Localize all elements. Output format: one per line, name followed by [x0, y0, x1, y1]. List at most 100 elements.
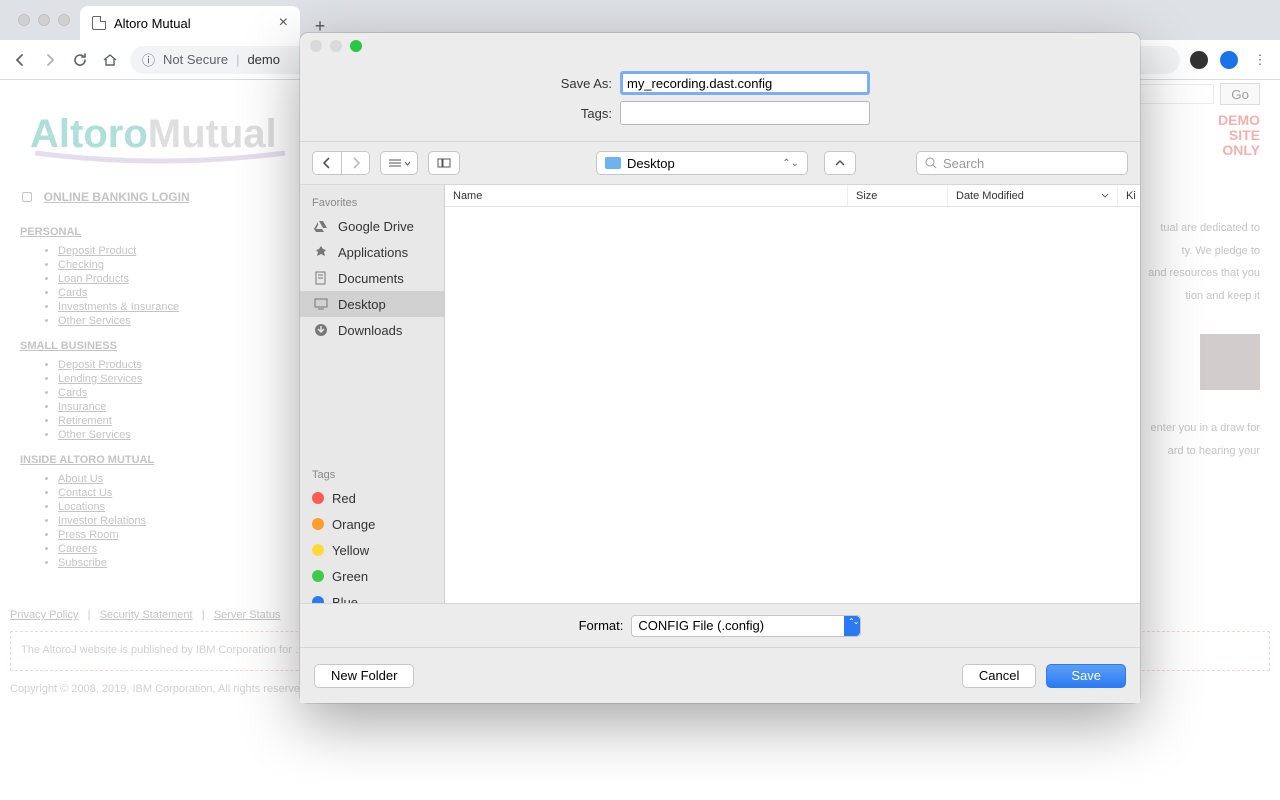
kind-column[interactable]: Ki	[1118, 185, 1140, 206]
format-select[interactable]: CONFIG File (.config)	[631, 615, 861, 637]
sidebar-item-label: Applications	[338, 245, 408, 260]
browser-tab[interactable]: Altoro Mutual ×	[80, 6, 300, 40]
sidebar: Favorites Google Drive Applications Docume…	[300, 185, 445, 603]
nav-section-small-business: SMALL BUSINESS	[20, 340, 250, 352]
nav-link[interactable]: Other Services	[58, 429, 131, 441]
nav-link[interactable]: Other Services	[58, 315, 131, 327]
nav-section-personal: PERSONAL	[20, 226, 250, 238]
left-nav: PERSONAL Deposit Product Checking Loan Pro…	[20, 214, 250, 570]
tag-green[interactable]: Green	[300, 563, 444, 589]
nav-link[interactable]: Deposit Product	[58, 245, 136, 257]
view-options-button[interactable]	[380, 151, 418, 175]
url-text: demo	[247, 52, 280, 67]
nav-link[interactable]: Checking	[58, 259, 104, 271]
nav-back-button[interactable]	[313, 152, 341, 174]
favorites-header: Favorites	[300, 191, 444, 213]
folder-icon	[312, 245, 330, 259]
extension-icon[interactable]	[1220, 51, 1238, 69]
tags-section-header: Tags	[300, 463, 444, 485]
tags-input[interactable]	[620, 101, 870, 125]
search-field[interactable]: Search	[916, 151, 1128, 175]
online-banking-login-link[interactable]: ONLINE BANKING LOGIN	[44, 190, 190, 204]
save-as-label: Save As:	[320, 76, 620, 91]
popup-arrows-icon: ⌃⌄	[782, 158, 799, 169]
new-folder-button[interactable]: New Folder	[314, 664, 414, 688]
collapse-button[interactable]	[824, 151, 856, 175]
nav-link[interactable]: About Us	[58, 473, 103, 485]
nav-link[interactable]: Investments & Insurance	[58, 301, 179, 313]
security-link[interactable]: Security Statement	[100, 609, 193, 621]
nav-link[interactable]: Locations	[58, 501, 105, 513]
nav-item: Cards	[58, 386, 250, 400]
close-icon[interactable]	[310, 40, 322, 52]
go-button[interactable]: Go	[1220, 83, 1260, 105]
nav-item: Deposit Product	[58, 244, 250, 258]
nav-link[interactable]: Retirement	[58, 415, 112, 427]
close-tab-icon[interactable]: ×	[279, 14, 288, 32]
tag-yellow[interactable]: Yellow	[300, 537, 444, 563]
date-column[interactable]: Date Modified	[948, 185, 1118, 206]
nav-link[interactable]: Cards	[58, 387, 87, 399]
filename-input[interactable]	[620, 71, 870, 95]
cancel-button[interactable]: Cancel	[962, 664, 1036, 688]
sidebar-item-applications[interactable]: Applications	[300, 239, 444, 265]
nav-section-inside: INSIDE ALTORO MUTUAL	[20, 454, 250, 466]
nav-item: Retirement	[58, 414, 250, 428]
size-column[interactable]: Size	[848, 185, 948, 206]
nav-link[interactable]: Cards	[58, 287, 87, 299]
extension-icon[interactable]	[1190, 51, 1208, 69]
site-info-icon[interactable]: ⓘ	[142, 50, 155, 69]
sidebar-item-google-drive[interactable]: Google Drive	[300, 213, 444, 239]
thumbnail-image	[1200, 334, 1260, 390]
format-bar: Format: CONFIG File (.config)	[300, 603, 1140, 647]
tag-blue[interactable]: Blue	[300, 589, 444, 603]
nav-link[interactable]: Insurance	[58, 401, 106, 413]
nav-link[interactable]: Deposit Products	[58, 359, 142, 371]
back-button[interactable]	[10, 50, 30, 70]
tag-red[interactable]: Red	[300, 485, 444, 511]
nav-link[interactable]: Press Room	[58, 529, 119, 541]
nav-link[interactable]: Investor Relations	[58, 515, 146, 527]
tag-color-icon	[312, 596, 324, 603]
nav-item: Lending Services	[58, 372, 250, 386]
sidebar-item-documents[interactable]: Documents	[300, 265, 444, 291]
zoom-icon[interactable]	[350, 40, 362, 52]
save-button[interactable]: Save	[1046, 664, 1126, 688]
nav-segmented	[312, 151, 370, 175]
tag-color-icon	[312, 518, 324, 530]
reload-button[interactable]	[70, 50, 90, 70]
minimize-window-icon[interactable]	[38, 14, 50, 26]
tag-color-icon	[312, 570, 324, 582]
tags-label: Tags:	[320, 106, 620, 121]
folder-icon	[312, 219, 330, 233]
location-popup[interactable]: Desktop ⌃⌄	[596, 151, 808, 175]
sidebar-item-desktop[interactable]: Desktop	[300, 291, 444, 317]
close-window-icon[interactable]	[18, 14, 30, 26]
overflow-menu-icon[interactable]: ⋮	[1250, 50, 1270, 70]
privacy-link[interactable]: Privacy Policy	[10, 609, 78, 621]
group-button[interactable]	[428, 151, 460, 175]
nav-link[interactable]: Subscribe	[58, 557, 107, 569]
sidebar-item-downloads[interactable]: Downloads	[300, 317, 444, 343]
tag-orange[interactable]: Orange	[300, 511, 444, 537]
home-button[interactable]	[100, 50, 120, 70]
demo-badge: DEMOSITEONLY	[1196, 113, 1260, 169]
nav-link[interactable]: Lending Services	[58, 373, 142, 385]
nav-link[interactable]: Contact Us	[58, 487, 112, 499]
minimize-icon[interactable]	[330, 40, 342, 52]
zoom-window-icon[interactable]	[58, 14, 70, 26]
server-status-link[interactable]: Server Status	[214, 609, 281, 621]
save-dialog: Save As: Tags: Desktop ⌃⌄	[300, 33, 1140, 703]
file-list[interactable]	[445, 207, 1140, 603]
nav-item: Insurance	[58, 400, 250, 414]
dialog-button-bar: New Folder Cancel Save	[300, 647, 1140, 703]
tab-title: Altoro Mutual	[114, 16, 191, 31]
nav-forward-button[interactable]	[341, 152, 369, 174]
nav-link[interactable]: Careers	[58, 543, 97, 555]
name-column[interactable]: Name	[445, 185, 848, 206]
page-icon	[92, 16, 106, 30]
forward-button[interactable]	[40, 50, 60, 70]
file-area: Name Size Date Modified Ki	[445, 185, 1140, 603]
nav-link[interactable]: Loan Products	[58, 273, 129, 285]
sidebar-item-label: Downloads	[338, 323, 402, 338]
